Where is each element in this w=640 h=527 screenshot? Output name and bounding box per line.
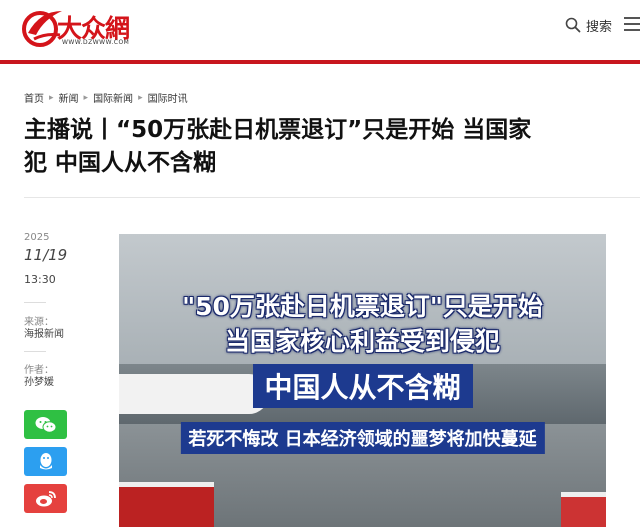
meta-divider	[24, 351, 46, 352]
source-name: 海报新闻	[24, 329, 64, 340]
breadcrumb-separator-icon: ▸	[138, 92, 143, 103]
share-qq-button[interactable]	[24, 447, 67, 476]
search-icon	[565, 17, 581, 33]
breadcrumb-home[interactable]: 首页	[24, 90, 44, 105]
qq-icon	[39, 453, 52, 470]
author-name: 孙梦媛	[24, 377, 54, 388]
video-bus	[119, 482, 214, 527]
video-caption-4: 若死不悔改 日本经济领域的噩梦将加快蔓延	[180, 422, 545, 454]
video-bus	[561, 492, 606, 527]
hamburger-menu-icon[interactable]	[624, 17, 640, 34]
logo-url: WWW.DZWWW.COM	[62, 39, 130, 46]
header-red-rule	[0, 60, 640, 64]
breadcrumb-intl-briefs[interactable]: 国际时讯	[148, 90, 188, 105]
site-header: 大众網 WWW.DZWWW.COM 搜索	[0, 0, 640, 60]
weibo-icon	[35, 490, 56, 506]
breadcrumb-intl-news[interactable]: 国际新闻	[93, 90, 133, 105]
publish-year: 2025	[24, 232, 50, 243]
share-weibo-button[interactable]	[24, 484, 67, 513]
publish-time: 13:30	[24, 273, 56, 286]
publish-date: 11/19	[24, 246, 68, 264]
video-caption-1: "50万张赴日机票退订"只是开始	[182, 292, 543, 321]
breadcrumb: 首页 ▸ 新闻 ▸ 国际新闻 ▸ 国际时讯	[24, 90, 188, 106]
title-divider	[24, 197, 640, 198]
video-player[interactable]: "50万张赴日机票退订"只是开始 当国家核心利益受到侵犯 中国人从不含糊 若死不…	[119, 234, 606, 527]
share-wechat-button[interactable]	[24, 410, 67, 439]
article-title: 主播说丨“50万张赴日机票退订”只是开始 当国家 犯 中国人从不含糊	[24, 114, 640, 180]
video-caption-2: 当国家核心利益受到侵犯	[224, 327, 501, 356]
breadcrumb-separator-icon: ▸	[83, 92, 89, 103]
video-caption-3: 中国人从不含糊	[252, 364, 473, 408]
video-airplane	[119, 374, 269, 414]
wechat-icon	[35, 416, 56, 433]
search-button[interactable]: 搜索	[565, 15, 612, 35]
site-logo[interactable]: 大众網 WWW.DZWWW.COM	[22, 5, 132, 49]
article-title-line2: 犯 中国人从不含糊	[24, 150, 217, 176]
meta-divider	[24, 302, 46, 303]
breadcrumb-separator-icon: ▸	[49, 92, 54, 103]
article-title-line1: 主播说丨“50万张赴日机票退订”只是开始 当国家	[24, 117, 532, 143]
search-label: 搜索	[586, 19, 613, 35]
breadcrumb-news[interactable]: 新闻	[59, 90, 79, 105]
